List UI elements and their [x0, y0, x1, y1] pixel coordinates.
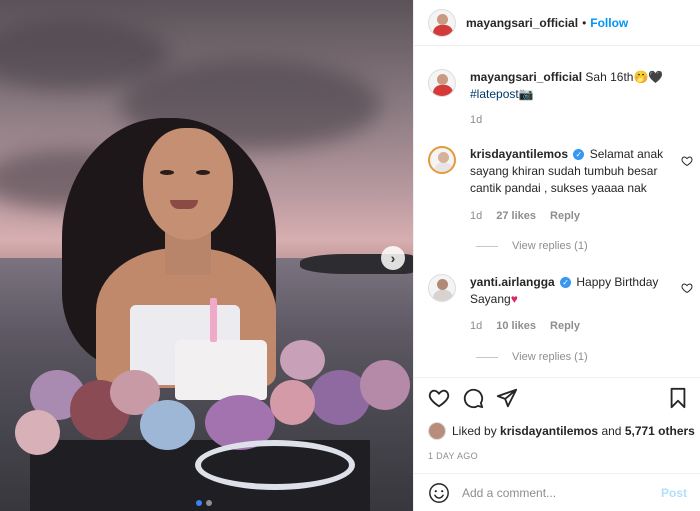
- face: [143, 128, 233, 240]
- follow-button[interactable]: Follow: [590, 16, 628, 30]
- author-avatar[interactable]: [428, 8, 456, 37]
- liker-avatar[interactable]: [428, 422, 446, 440]
- view-replies-label: View replies (1): [512, 351, 588, 363]
- comments-list: mayangsari_official Sah 16th🤭🖤 #latepost…: [414, 47, 700, 377]
- caption: mayangsari_official Sah 16th🤭🖤 #latepost…: [428, 69, 688, 103]
- caption-time: 1d: [470, 114, 483, 126]
- comment-likes[interactable]: 10 likes: [496, 320, 536, 332]
- liked-by-prefix: Liked by: [452, 424, 497, 438]
- post-header: mayangsari_official • Follow: [414, 0, 700, 46]
- view-replies-label: View replies (1): [512, 240, 588, 252]
- eye: [196, 170, 210, 175]
- like-heart-icon[interactable]: [428, 387, 450, 409]
- flower: [280, 340, 325, 380]
- commenter-avatar[interactable]: [428, 274, 456, 302]
- hashtag-link[interactable]: #latepost: [470, 87, 519, 101]
- caption-text: Sah 16th: [585, 70, 634, 84]
- commenter-username[interactable]: krisdayantilemos: [470, 147, 568, 161]
- comment-meta: 1d 27 likes Reply: [470, 210, 580, 222]
- commenter-username[interactable]: yanti.airlangga: [470, 275, 555, 289]
- comment-likes[interactable]: 27 likes: [496, 210, 536, 222]
- view-replies-button[interactable]: View replies (1): [476, 351, 588, 363]
- chevron-right-icon: ›: [390, 250, 396, 266]
- candle: [210, 298, 217, 342]
- post-actions: Liked by krisdayantilemos and 5,771 othe…: [414, 377, 700, 473]
- post-media: ›: [0, 0, 413, 511]
- liked-by: Liked by krisdayantilemos and 5,771 othe…: [428, 422, 695, 440]
- verified-badge-icon: ✓: [573, 149, 585, 161]
- comment-meta: 1d 10 likes Reply: [470, 320, 580, 332]
- post-sidebar: mayangsari_official • Follow mayangsari_…: [413, 0, 700, 511]
- post-date: 1 DAY AGO: [428, 451, 478, 461]
- save-bookmark-icon[interactable]: [667, 387, 689, 409]
- emoji-smile-icon[interactable]: [428, 482, 450, 504]
- caption-emoji: 🤭🖤: [633, 70, 664, 84]
- carousel-next-button[interactable]: ›: [381, 246, 405, 270]
- carousel-dot: [206, 500, 212, 506]
- separator: •: [582, 15, 587, 30]
- eye: [160, 170, 174, 175]
- author-avatar[interactable]: [428, 69, 456, 97]
- comment-bubble-icon[interactable]: [462, 387, 484, 409]
- liked-by-user[interactable]: krisdayantilemos: [500, 424, 598, 438]
- liked-by-joiner: and: [601, 424, 622, 438]
- flower: [15, 410, 60, 455]
- verified-badge-icon: ✓: [560, 277, 572, 289]
- carousel-dot: [196, 500, 202, 506]
- share-send-icon[interactable]: [496, 387, 518, 409]
- comment-time: 1d: [470, 320, 483, 332]
- like-comment-heart-icon[interactable]: [681, 282, 693, 294]
- author-username[interactable]: mayangsari_official: [466, 16, 578, 30]
- carousel-indicator: [196, 500, 212, 506]
- caption-meta: 1d: [470, 114, 482, 126]
- reply-button[interactable]: Reply: [550, 210, 580, 222]
- post-comment-button[interactable]: Post: [661, 486, 687, 500]
- like-comment-heart-icon[interactable]: [681, 155, 693, 167]
- birthday-cake: [175, 340, 267, 400]
- comment-composer: Add a comment... Post: [414, 473, 700, 511]
- flower: [360, 360, 410, 410]
- comment-time: 1d: [470, 210, 483, 222]
- camera-icon: 📷: [518, 87, 534, 101]
- caption-username[interactable]: mayangsari_official: [470, 70, 582, 84]
- comment-item: yanti.airlangga ✓ Happy Birthday Sayang♥: [428, 274, 688, 308]
- comment-item: krisdayantilemos ✓ Selamat anak sayang k…: [428, 146, 688, 197]
- view-replies-button[interactable]: View replies (1): [476, 240, 588, 252]
- flower: [140, 400, 195, 450]
- commenter-avatar[interactable]: [428, 146, 456, 174]
- liked-by-others[interactable]: 5,771 others: [625, 424, 695, 438]
- flower: [270, 380, 315, 425]
- ribbon: [195, 440, 355, 490]
- comment-input[interactable]: Add a comment...: [462, 486, 661, 500]
- red-heart-icon: ♥: [510, 292, 518, 306]
- reply-button[interactable]: Reply: [550, 320, 580, 332]
